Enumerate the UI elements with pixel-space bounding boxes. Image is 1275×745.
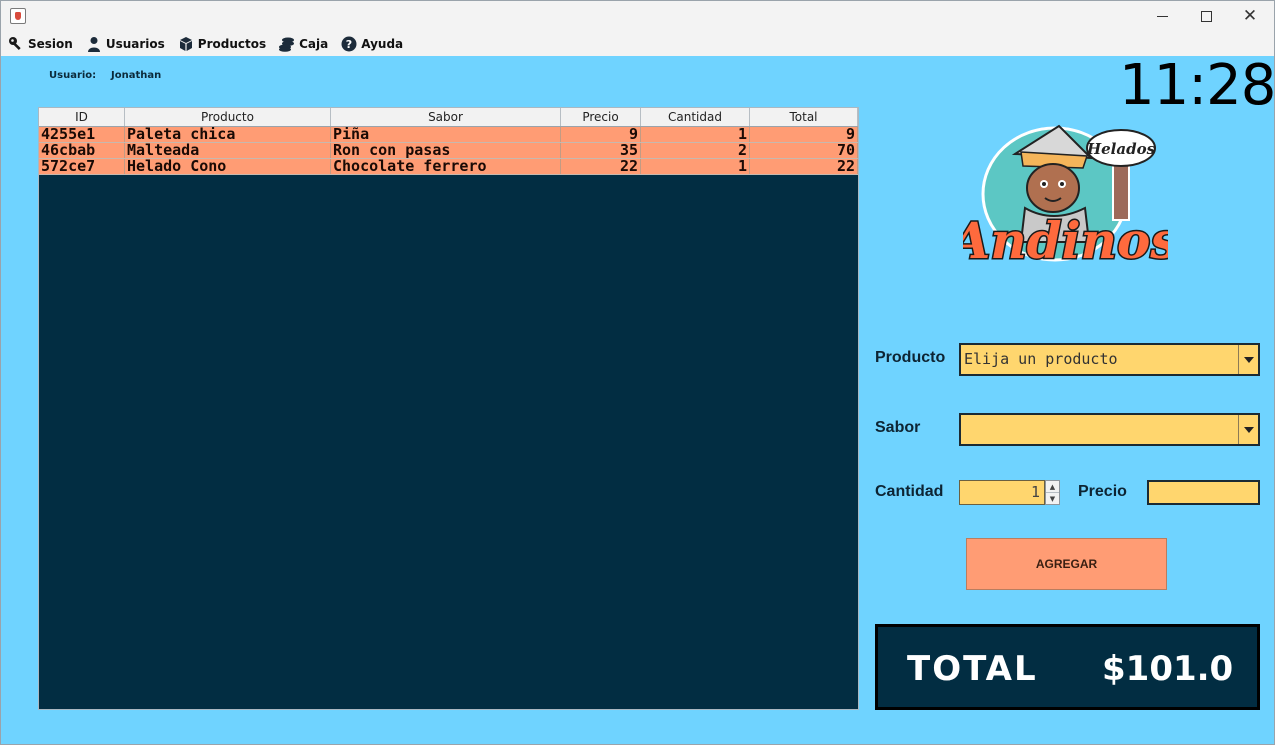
maximize-button[interactable] [1183, 1, 1229, 31]
menu-caja-label: Caja [299, 36, 329, 51]
decrement-icon[interactable]: ▼ [1046, 493, 1059, 505]
close-icon: ✕ [1242, 5, 1258, 26]
cantidad-field[interactable]: 1 [959, 480, 1045, 505]
table-row[interactable]: 46cbab Malteada Ron con pasas 35 2 70 [39, 143, 858, 159]
minimize-icon [1156, 15, 1168, 17]
logo-badge-text: Helados [1086, 140, 1156, 158]
menu-productos-label: Productos [197, 36, 267, 51]
cell-id: 572ce7 [39, 159, 125, 174]
column-header-total[interactable]: Total [750, 108, 858, 126]
table-row[interactable]: 4255e1 Paleta chica Piña 9 1 9 [39, 127, 858, 143]
stepper-buttons: ▲ ▼ [1045, 480, 1060, 505]
increment-icon[interactable]: ▲ [1046, 481, 1059, 493]
precio-label: Precio [1078, 483, 1127, 500]
menu-ayuda-label: Ayuda [361, 36, 404, 51]
cell-total: 9 [750, 127, 858, 142]
chevron-down-icon[interactable] [1238, 345, 1258, 374]
chevron-down-icon[interactable] [1238, 415, 1258, 444]
total-label: TOTAL [907, 649, 1038, 689]
cell-cantidad: 2 [641, 143, 750, 158]
menu-caja[interactable]: Caja [279, 33, 328, 55]
table-row[interactable]: 572ce7 Helado Cono Chocolate ferrero 22 … [39, 159, 858, 175]
clock: 11:28 [1119, 53, 1275, 118]
column-header-sabor[interactable]: Sabor [331, 108, 561, 126]
sabor-label: Sabor [875, 419, 921, 436]
helados-andinos-logo: Helados Andinos [946, 124, 1180, 274]
svg-text:?: ? [346, 38, 352, 51]
cell-cantidad: 1 [641, 159, 750, 174]
menu-usuarios[interactable]: Usuarios [86, 33, 165, 55]
menu-bar: Sesion Usuarios Productos Caja ? Ayuda [1, 31, 1274, 56]
column-header-producto[interactable]: Producto [125, 108, 331, 126]
sabor-combobox[interactable] [959, 413, 1260, 446]
app-window: ✕ Sesion Usuarios Productos Caja ? Ayuda… [0, 0, 1275, 745]
cell-producto: Malteada [125, 143, 331, 158]
table-header: ID Producto Sabor Precio Cantidad Total [39, 108, 858, 127]
menu-productos[interactable]: Productos [178, 33, 266, 55]
agregar-button[interactable]: AGREGAR [966, 538, 1167, 590]
user-name: Jonathan [111, 70, 162, 81]
cell-sabor: Chocolate ferrero [331, 159, 561, 174]
producto-combobox[interactable]: Elija un producto [959, 343, 1260, 376]
column-header-precio[interactable]: Precio [561, 108, 641, 126]
cell-precio: 22 [561, 159, 641, 174]
cell-id: 46cbab [39, 143, 125, 158]
menu-sesion-label: Sesion [28, 36, 73, 51]
cell-producto: Helado Cono [125, 159, 331, 174]
cell-total: 22 [750, 159, 858, 174]
producto-selected-value: Elija un producto [964, 350, 1118, 368]
column-header-id[interactable]: ID [39, 108, 125, 126]
menu-usuarios-label: Usuarios [105, 36, 165, 51]
minimize-button[interactable] [1139, 1, 1185, 31]
java-app-icon [10, 8, 26, 24]
maximize-icon [1200, 10, 1212, 22]
total-value: $101.0 [1102, 649, 1234, 689]
help-icon: ? [341, 36, 357, 52]
coins-icon [279, 36, 295, 52]
menu-ayuda[interactable]: ? Ayuda [341, 33, 403, 55]
total-display: TOTAL $101.0 [875, 624, 1260, 710]
boxes-icon [178, 36, 194, 52]
sales-table[interactable]: ID Producto Sabor Precio Cantidad Total … [38, 107, 859, 710]
cantidad-stepper[interactable]: 1 ▲ ▼ [959, 480, 1061, 505]
user-label: Usuario: [49, 70, 97, 81]
cell-precio: 9 [561, 127, 641, 142]
cell-sabor: Ron con pasas [331, 143, 561, 158]
cell-id: 4255e1 [39, 127, 125, 142]
title-bar: ✕ [1, 1, 1274, 31]
cell-total: 70 [750, 143, 858, 158]
cell-producto: Paleta chica [125, 127, 331, 142]
precio-field[interactable] [1147, 480, 1260, 505]
cell-cantidad: 1 [641, 127, 750, 142]
logo-brand-text: Andinos [963, 211, 1168, 270]
column-header-cantidad[interactable]: Cantidad [641, 108, 750, 126]
menu-sesion[interactable]: Sesion [8, 33, 73, 55]
user-icon [86, 36, 102, 52]
cell-precio: 35 [561, 143, 641, 158]
close-button[interactable]: ✕ [1227, 1, 1273, 31]
key-icon [8, 36, 24, 52]
cell-sabor: Piña [331, 127, 561, 142]
sales-panel: Usuario: Jonathan 11:28 ID Producto Sabo… [1, 53, 1275, 744]
cantidad-label: Cantidad [875, 483, 944, 500]
producto-label: Producto [875, 349, 946, 366]
